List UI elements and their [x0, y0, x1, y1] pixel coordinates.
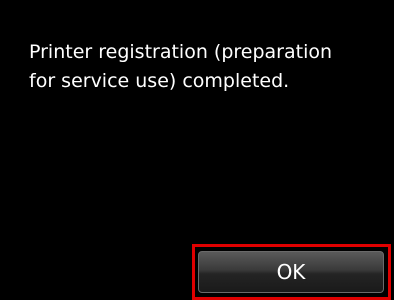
- ok-button[interactable]: OK: [198, 251, 384, 293]
- printer-screen: Printer registration (preparation for se…: [0, 0, 394, 300]
- completion-message: Printer registration (preparation for se…: [29, 41, 333, 92]
